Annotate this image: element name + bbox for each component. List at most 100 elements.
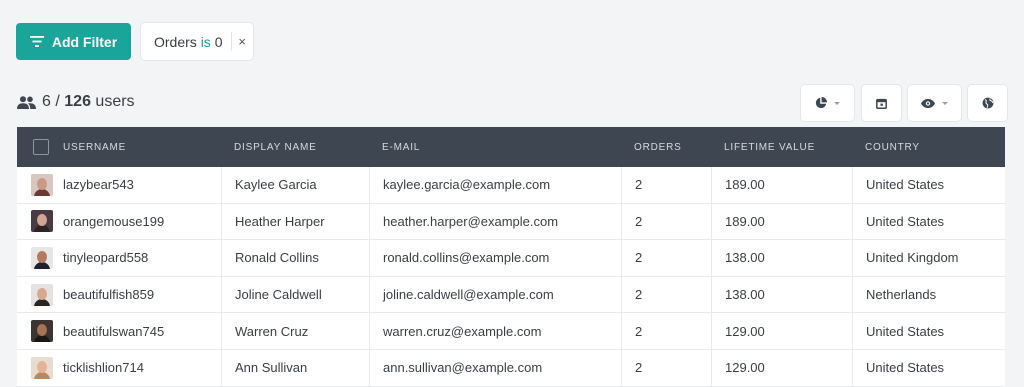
username-cell: lazybear543 [17, 167, 221, 203]
pie-chart-icon [815, 97, 827, 109]
table-row[interactable]: lazybear543 Kaylee Garcia kaylee.garcia@ex… [17, 167, 1005, 204]
add-filter-label: Add Filter [51, 33, 118, 50]
calendar-icon [876, 98, 887, 109]
filter-icon [29, 36, 44, 47]
orders-cell: 2 [621, 167, 711, 203]
visibility-menu-button[interactable] [908, 85, 961, 121]
eye-icon [921, 98, 935, 108]
email-cell: joline.caldwell@example.com [369, 276, 621, 313]
email-cell: ronald.collins@example.com [369, 240, 621, 276]
column-header-country[interactable]: COUNTRY [852, 127, 1005, 167]
display-name-cell: Warren Cruz [221, 313, 369, 349]
filter-operator: is [200, 33, 211, 50]
lifetime-value-cell: 138.00 [711, 276, 852, 313]
table-body: lazybear543 Kaylee Garcia kaylee.garcia@ex… [17, 167, 1005, 387]
total-count: 126 [64, 93, 91, 110]
table-row[interactable]: beautifulfish859 Joline Caldwell joline.ca… [17, 276, 1005, 314]
username-cell: ticklishlion714 [17, 350, 221, 386]
avatar [31, 320, 53, 343]
username-cell: orangemouse199 [17, 204, 221, 240]
chevron-down-icon [942, 101, 948, 105]
username-link[interactable]: tinyleopard558 [63, 250, 148, 265]
email-cell: heather.harper@example.com [369, 203, 621, 240]
filter-value: 0 [214, 33, 223, 50]
country-cell: United States [852, 167, 1005, 203]
globe-icon [982, 97, 993, 109]
filter-field: Orders [154, 33, 197, 50]
country-cell: United States [852, 349, 1005, 386]
avatar-face [37, 324, 47, 337]
avatar-face [37, 287, 47, 300]
avatar-face [37, 214, 47, 227]
users-table: USERNAME DISPLAY NAME E-MAIL ORDERS LIFE… [17, 127, 1005, 387]
avatar-face [37, 360, 47, 373]
avatar [31, 210, 53, 233]
column-header-display-name[interactable]: DISPLAY NAME [221, 127, 369, 167]
chevron-down-icon [834, 101, 840, 105]
username-link[interactable]: orangemouse199 [63, 214, 164, 229]
email-cell: kaylee.garcia@example.com [369, 167, 621, 203]
users-icon [17, 95, 36, 109]
calendar-button[interactable] [862, 85, 901, 121]
count-separator: / [55, 93, 60, 110]
avatar-body [34, 298, 50, 306]
select-all-checkbox[interactable] [33, 139, 49, 155]
display-name-cell: Joline Caldwell [221, 276, 369, 313]
filter-chip-text: Orders is 0 [141, 34, 231, 50]
avatar-body [34, 225, 50, 233]
country-cell: United Kingdom [852, 240, 1005, 276]
globe-button[interactable] [968, 85, 1007, 121]
username-link[interactable]: lazybear543 [63, 177, 134, 192]
display-name-cell: Ronald Collins [221, 240, 369, 276]
orders-cell: 2 [621, 203, 711, 240]
avatar-face [37, 177, 47, 190]
orders-cell: 2 [621, 349, 711, 386]
avatar-body [34, 371, 50, 379]
add-filter-button[interactable]: Add Filter [16, 23, 131, 60]
orders-cell: 2 [621, 276, 711, 313]
table-row[interactable]: ticklishlion714 Ann Sullivan ann.sullivan@… [17, 349, 1005, 387]
display-name-cell: Ann Sullivan [221, 349, 369, 386]
table-row[interactable]: beautifulswan745 Warren Cruz warren.cruz@e… [17, 313, 1005, 350]
username-link[interactable]: beautifulfish859 [63, 287, 154, 302]
count-unit: users [95, 93, 135, 110]
username-cell: beautifulfish859 [17, 277, 221, 313]
orders-cell: 2 [621, 240, 711, 276]
avatar [31, 283, 53, 306]
filter-chip-orders[interactable]: Orders is 0 × [141, 23, 253, 60]
username-cell: tinyleopard558 [17, 240, 221, 276]
chart-menu-button[interactable] [801, 85, 854, 121]
country-cell: Netherlands [852, 276, 1005, 313]
email-cell: ann.sullivan@example.com [369, 349, 621, 386]
avatar-body [34, 335, 50, 343]
table-row[interactable]: tinyleopard558 Ronald Collins ronald.colli… [17, 240, 1005, 277]
username-link[interactable]: ticklishlion714 [63, 360, 144, 375]
orders-cell: 2 [621, 313, 711, 349]
lifetime-value-cell: 189.00 [711, 203, 852, 240]
country-cell: United States [852, 203, 1005, 240]
country-cell: United States [852, 313, 1005, 349]
column-header-label: USERNAME [63, 141, 127, 153]
username-cell: beautifulswan745 [17, 313, 221, 349]
avatar [31, 173, 53, 196]
display-name-cell: Heather Harper [221, 203, 369, 240]
column-header-orders[interactable]: ORDERS [621, 127, 711, 167]
lifetime-value-cell: 129.00 [711, 313, 852, 349]
avatar-face [37, 250, 47, 263]
avatar-body [34, 261, 50, 269]
avatar-body [34, 188, 50, 196]
username-link[interactable]: beautifulswan745 [63, 324, 164, 339]
table-header: USERNAME DISPLAY NAME E-MAIL ORDERS LIFE… [17, 127, 1005, 167]
lifetime-value-cell: 138.00 [711, 240, 852, 276]
user-count-text: 6 / 126 users [42, 93, 135, 111]
email-cell: warren.cruz@example.com [369, 313, 621, 349]
shown-count: 6 [42, 93, 51, 110]
column-header-email[interactable]: E-MAIL [369, 127, 621, 167]
table-row[interactable]: orangemouse199 Heather Harper heather.harp… [17, 203, 1005, 241]
column-header-username[interactable]: USERNAME [17, 127, 221, 167]
avatar [31, 356, 53, 379]
lifetime-value-cell: 129.00 [711, 349, 852, 386]
column-header-lifetime-value[interactable]: LIFETIME VALUE [711, 127, 852, 167]
remove-filter-icon[interactable]: × [231, 34, 253, 49]
avatar [31, 246, 53, 269]
